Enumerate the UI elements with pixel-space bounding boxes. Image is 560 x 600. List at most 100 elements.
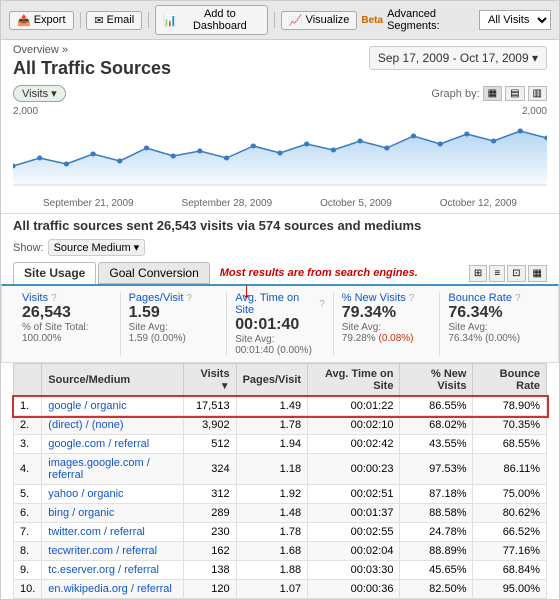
date-range-picker[interactable]: Sep 17, 2009 - Oct 17, 2009 ▾ — [369, 46, 547, 70]
cell-source: twitter.com / referral — [42, 523, 183, 542]
table-row: 10. en.wikipedia.org / referral 120 1.07… — [14, 580, 547, 599]
graph-by-month-button[interactable]: ▥ — [528, 86, 547, 101]
source-link[interactable]: google / organic — [48, 400, 126, 412]
table-row: 8. tecwriter.com / referral 162 1.68 00:… — [14, 542, 547, 561]
visualize-button[interactable]: 📈 Visualize — [281, 11, 358, 30]
table-header-row: Source/Medium Visits ▼ Pages/Visit Avg. … — [14, 364, 547, 397]
cell-visits: 512 — [183, 435, 236, 454]
cell-pages: 1.18 — [236, 454, 308, 485]
dashboard-icon: 📊 — [163, 14, 177, 27]
chart-y-top-left: 2,000 — [13, 106, 38, 117]
col-avg-time[interactable]: Avg. Time on Site — [308, 364, 400, 397]
cell-bounce: 66.52% — [473, 523, 547, 542]
stat-visits: Visits ? 26,543 % of Site Total: 100.00% — [14, 292, 121, 356]
export-button[interactable]: 📤 Export — [9, 11, 74, 30]
table-row: 2. (direct) / (none) 3,902 1.78 00:02:10… — [14, 416, 547, 435]
stat-pages-visit: Pages/Visit ? 1.59 Site Avg: 1.59 (0.00%… — [121, 292, 228, 356]
chart-controls: Visits ▾ Graph by: ▦ ▤ ▥ — [13, 85, 547, 102]
cell-source: tecwriter.com / referral — [42, 542, 183, 561]
graph-by-day-button[interactable]: ▦ — [483, 86, 502, 101]
source-link[interactable]: en.wikipedia.org / referral — [48, 583, 172, 595]
graph-by-week-button[interactable]: ▤ — [505, 86, 524, 101]
cell-visits: 3,902 — [183, 416, 236, 435]
source-link[interactable]: images.google.com / referral — [48, 457, 150, 481]
new-visits-help[interactable]: ? — [409, 293, 415, 304]
stat-bounce-rate: Bounce Rate ? 76.34% Site Avg: 76.34% (0… — [440, 292, 546, 356]
comparison-view-button[interactable]: ≡ — [489, 265, 505, 282]
cell-visits: 120 — [183, 580, 236, 599]
tab-goal-conversion[interactable]: Goal Conversion — [98, 262, 209, 284]
main-container: 📤 Export ✉ Email 📊 Add to Dashboard 📈 Vi… — [0, 0, 560, 600]
cell-avg-time: 00:02:10 — [308, 416, 400, 435]
col-source-medium[interactable]: Source/Medium — [42, 364, 183, 397]
source-link[interactable]: twitter.com / referral — [48, 526, 145, 538]
tab-site-usage[interactable]: Site Usage — [13, 262, 96, 284]
chart-view-button[interactable]: ▦ — [528, 265, 547, 282]
cell-avg-time: 00:02:42 — [308, 435, 400, 454]
email-button[interactable]: ✉ Email — [86, 11, 142, 30]
cell-rank: 3. — [14, 435, 42, 454]
cell-rank: 8. — [14, 542, 42, 561]
cell-avg-time: 00:01:37 — [308, 504, 400, 523]
cell-new-visits: 45.65% — [400, 561, 473, 580]
col-new-visits[interactable]: % New Visits — [400, 364, 473, 397]
col-pages[interactable]: Pages/Visit — [236, 364, 308, 397]
cell-new-visits: 97.53% — [400, 454, 473, 485]
col-visits[interactable]: Visits ▼ — [183, 364, 236, 397]
source-link[interactable]: google.com / referral — [48, 438, 149, 450]
toolbar: 📤 Export ✉ Email 📊 Add to Dashboard 📈 Vi… — [1, 1, 559, 40]
source-link[interactable]: tc.eserver.org / referral — [48, 564, 159, 576]
cell-pages: 1.94 — [236, 435, 308, 454]
cell-source: yahoo / organic — [42, 485, 183, 504]
visits-sub2: 100.00% — [22, 333, 112, 344]
line-chart — [13, 106, 547, 186]
breadcrumb: Overview » — [13, 44, 369, 56]
source-link[interactable]: tecwriter.com / referral — [48, 545, 157, 557]
source-link[interactable]: bing / organic — [48, 507, 114, 519]
cell-visits: 289 — [183, 504, 236, 523]
cell-bounce: 68.84% — [473, 561, 547, 580]
pages-help[interactable]: ? — [186, 293, 192, 304]
pivot-view-button[interactable]: ⊡ — [507, 265, 525, 282]
new-visits-value: 79.34% — [342, 304, 432, 322]
source-medium-button[interactable]: Source Medium ▾ — [48, 239, 146, 256]
cell-pages: 1.78 — [236, 416, 308, 435]
cell-avg-time: 00:00:23 — [308, 454, 400, 485]
chart-y-top-right: 2,000 — [522, 106, 547, 117]
chart-section: Visits ▾ Graph by: ▦ ▤ ▥ 2,000 2,000 — [1, 81, 559, 213]
bounce-help[interactable]: ? — [515, 293, 521, 304]
add-dashboard-button[interactable]: 📊 Add to Dashboard — [155, 5, 268, 35]
col-rank — [14, 364, 42, 397]
cell-pages: 1.68 — [236, 542, 308, 561]
table-row: 1. google / organic 17,513 1.49 00:01:22… — [14, 397, 547, 416]
cell-source: google.com / referral — [42, 435, 183, 454]
source-link[interactable]: (direct) / (none) — [48, 419, 123, 431]
table-row: 4. images.google.com / referral 324 1.18… — [14, 454, 547, 485]
source-link[interactable]: yahoo / organic — [48, 488, 123, 500]
x-label-3: October 5, 2009 — [320, 198, 392, 209]
x-label-4: October 12, 2009 — [440, 198, 517, 209]
pages-value: 1.59 — [129, 304, 219, 322]
visits-help[interactable]: ? — [51, 293, 57, 304]
visits-metric-button[interactable]: Visits ▾ — [13, 85, 66, 102]
cell-source: images.google.com / referral — [42, 454, 183, 485]
cell-bounce: 77.16% — [473, 542, 547, 561]
cell-rank: 4. — [14, 454, 42, 485]
source-medium-link[interactable]: Source Medium ▾ — [48, 239, 146, 256]
cell-visits: 138 — [183, 561, 236, 580]
table-view-button[interactable]: ⊞ — [469, 265, 487, 282]
cell-source: tc.eserver.org / referral — [42, 561, 183, 580]
cell-pages: 1.78 — [236, 523, 308, 542]
advanced-segments-label: Advanced Segments: — [387, 8, 475, 32]
col-bounce[interactable]: Bounce Rate — [473, 364, 547, 397]
table-row: 5. yahoo / organic 312 1.92 00:02:51 87.… — [14, 485, 547, 504]
cell-bounce: 78.90% — [473, 397, 547, 416]
annotation-arrow: ↓ — [241, 278, 252, 304]
time-help[interactable]: ? — [319, 299, 325, 310]
beta-badge: Beta — [361, 15, 383, 26]
all-visits-select[interactable]: All Visits — [479, 10, 551, 30]
cell-new-visits: 24.78% — [400, 523, 473, 542]
toolbar-separator-2 — [148, 12, 149, 28]
email-icon: ✉ — [94, 14, 103, 27]
stat-new-visits: % New Visits ? 79.34% Site Avg: 79.28% (… — [334, 292, 441, 356]
